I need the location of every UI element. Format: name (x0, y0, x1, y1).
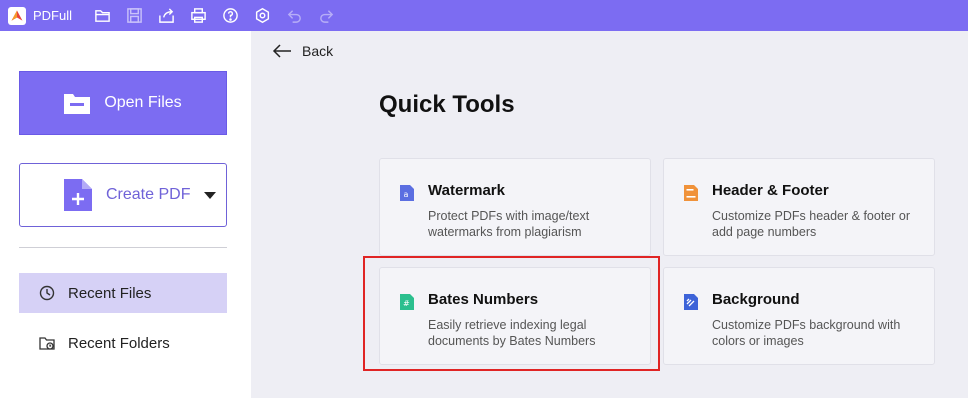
redo-icon[interactable] (310, 0, 342, 31)
divider (19, 247, 227, 248)
sidebar-item-recent-folders[interactable]: Recent Folders (19, 323, 227, 363)
save-icon[interactable] (118, 0, 150, 31)
tool-card-watermark[interactable]: a Watermark Protect PDFs with image/text… (379, 158, 651, 256)
app-logo-icon (8, 6, 26, 25)
create-pdf-label: Create PDF (106, 186, 191, 203)
header-footer-icon (684, 185, 698, 201)
chevron-down-icon[interactable] (204, 191, 217, 199)
clock-icon (39, 285, 55, 301)
help-icon[interactable] (214, 0, 246, 31)
add-document-icon (64, 179, 92, 211)
share-icon[interactable] (150, 0, 182, 31)
sidebar-item-label: Recent Folders (68, 334, 170, 352)
watermark-icon: a (400, 185, 414, 201)
highlight-box (363, 256, 660, 371)
tool-description: Customize PDFs background with colors or… (712, 318, 901, 348)
folder-icon (64, 94, 91, 114)
settings-icon[interactable] (246, 0, 278, 31)
create-pdf-button[interactable]: Create PDF (19, 163, 227, 227)
arrow-left-icon (272, 44, 291, 58)
sidebar-item-recent-files[interactable]: Recent Files (19, 273, 227, 313)
open-files-button[interactable]: Open Files (19, 71, 227, 135)
undo-icon[interactable] (278, 0, 310, 31)
page-title: Quick Tools (379, 91, 515, 118)
sidebar-item-label: Recent Files (68, 284, 152, 302)
background-icon (684, 294, 698, 310)
tool-card-header-footer[interactable]: Header & Footer Customize PDFs header & … (663, 158, 935, 256)
tool-description: Customize PDFs header & footer or add pa… (712, 209, 910, 239)
app-title: PDFull (33, 8, 73, 23)
folder-clock-icon (39, 337, 55, 350)
tool-description: Protect PDFs with image/text watermarks … (428, 209, 590, 239)
print-icon[interactable] (182, 0, 214, 31)
tool-title: Background (712, 291, 800, 308)
tool-card-background[interactable]: Background Customize PDFs background wit… (663, 267, 935, 365)
open-files-label: Open Files (104, 94, 182, 111)
svg-text:a: a (404, 190, 409, 199)
folder-open-icon[interactable] (86, 0, 118, 31)
tool-title: Watermark (428, 182, 505, 199)
tool-title: Header & Footer (712, 182, 829, 199)
back-label: Back (302, 43, 334, 59)
back-button[interactable]: Back (272, 43, 333, 59)
title-bar: PDFull (0, 0, 968, 31)
sidebar: Open Files Create PDF Recent Files Recen… (0, 31, 251, 398)
